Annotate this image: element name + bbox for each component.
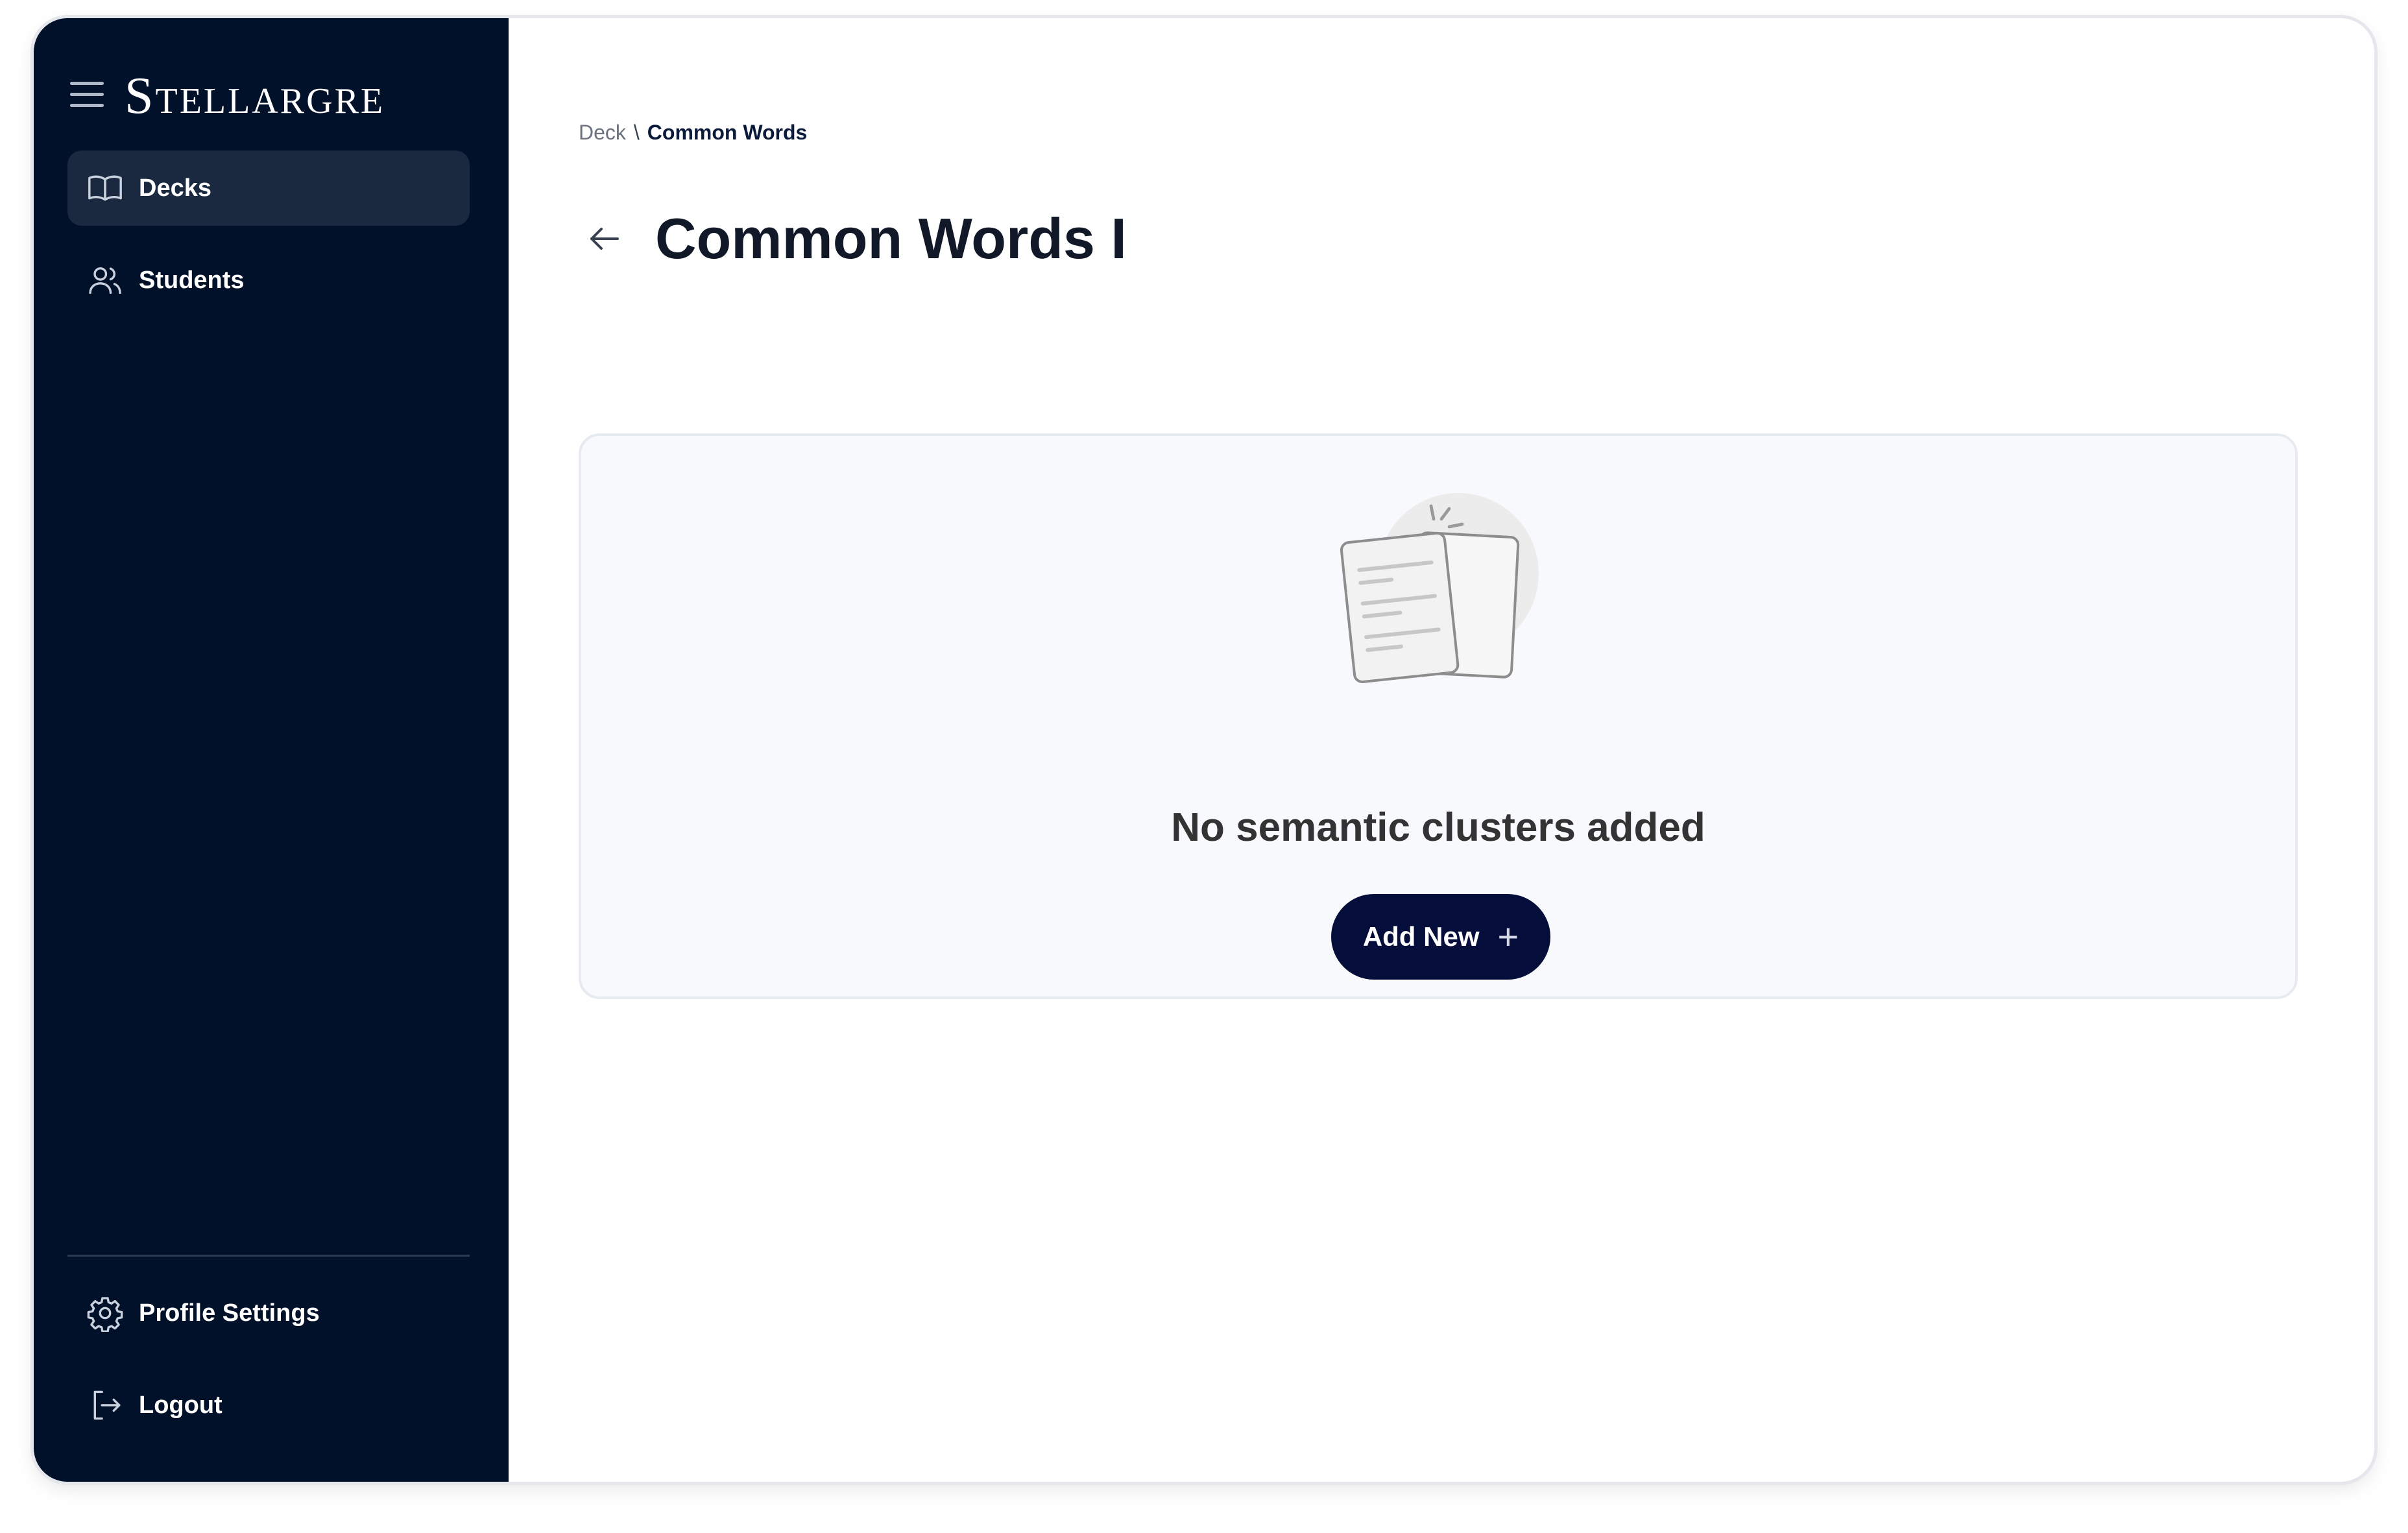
- sidebar-item-label: Logout: [139, 1391, 223, 1419]
- breadcrumb-current: Common Words: [647, 121, 808, 144]
- book-open-icon: [86, 169, 125, 208]
- title-row: Common Words I: [579, 193, 1127, 284]
- sidebar-item-students[interactable]: Students: [67, 243, 470, 318]
- hamburger-menu-icon[interactable]: [70, 82, 104, 110]
- sidebar-item-label: Decks: [139, 174, 211, 202]
- sidebar-item-label: Profile Settings: [139, 1299, 320, 1327]
- sidebar: StellarGRE Decks Students: [34, 18, 509, 1482]
- users-icon: [86, 261, 125, 300]
- logout-icon: [86, 1386, 125, 1425]
- brand-row: StellarGRE: [70, 57, 385, 135]
- app-window: StellarGRE Decks Students: [34, 18, 2374, 1482]
- sidebar-divider: [67, 1255, 470, 1257]
- documents-illustration: [1340, 493, 1539, 684]
- add-new-button[interactable]: Add New +: [1331, 894, 1550, 980]
- add-new-label: Add New: [1362, 921, 1480, 952]
- gear-icon: [86, 1294, 125, 1333]
- sidebar-item-label: Students: [139, 266, 245, 294]
- page-title: Common Words I: [655, 206, 1127, 271]
- main-content: Deck \ Common Words Common Words I No se…: [509, 18, 2374, 1482]
- empty-state-message: No semantic clusters added: [1171, 805, 1705, 850]
- sidebar-item-profile-settings[interactable]: Profile Settings: [67, 1275, 470, 1351]
- breadcrumb-separator: \: [633, 121, 640, 144]
- sidebar-item-logout[interactable]: Logout: [67, 1368, 470, 1443]
- logo: StellarGRE: [125, 67, 385, 125]
- sidebar-item-decks[interactable]: Decks: [67, 151, 470, 226]
- breadcrumb-parent[interactable]: Deck: [579, 121, 626, 145]
- breadcrumb: Deck \ Common Words: [579, 121, 807, 145]
- back-arrow-icon[interactable]: [579, 213, 631, 265]
- empty-state-card: No semantic clusters added Add New +: [579, 433, 2298, 999]
- plus-icon: +: [1497, 916, 1519, 957]
